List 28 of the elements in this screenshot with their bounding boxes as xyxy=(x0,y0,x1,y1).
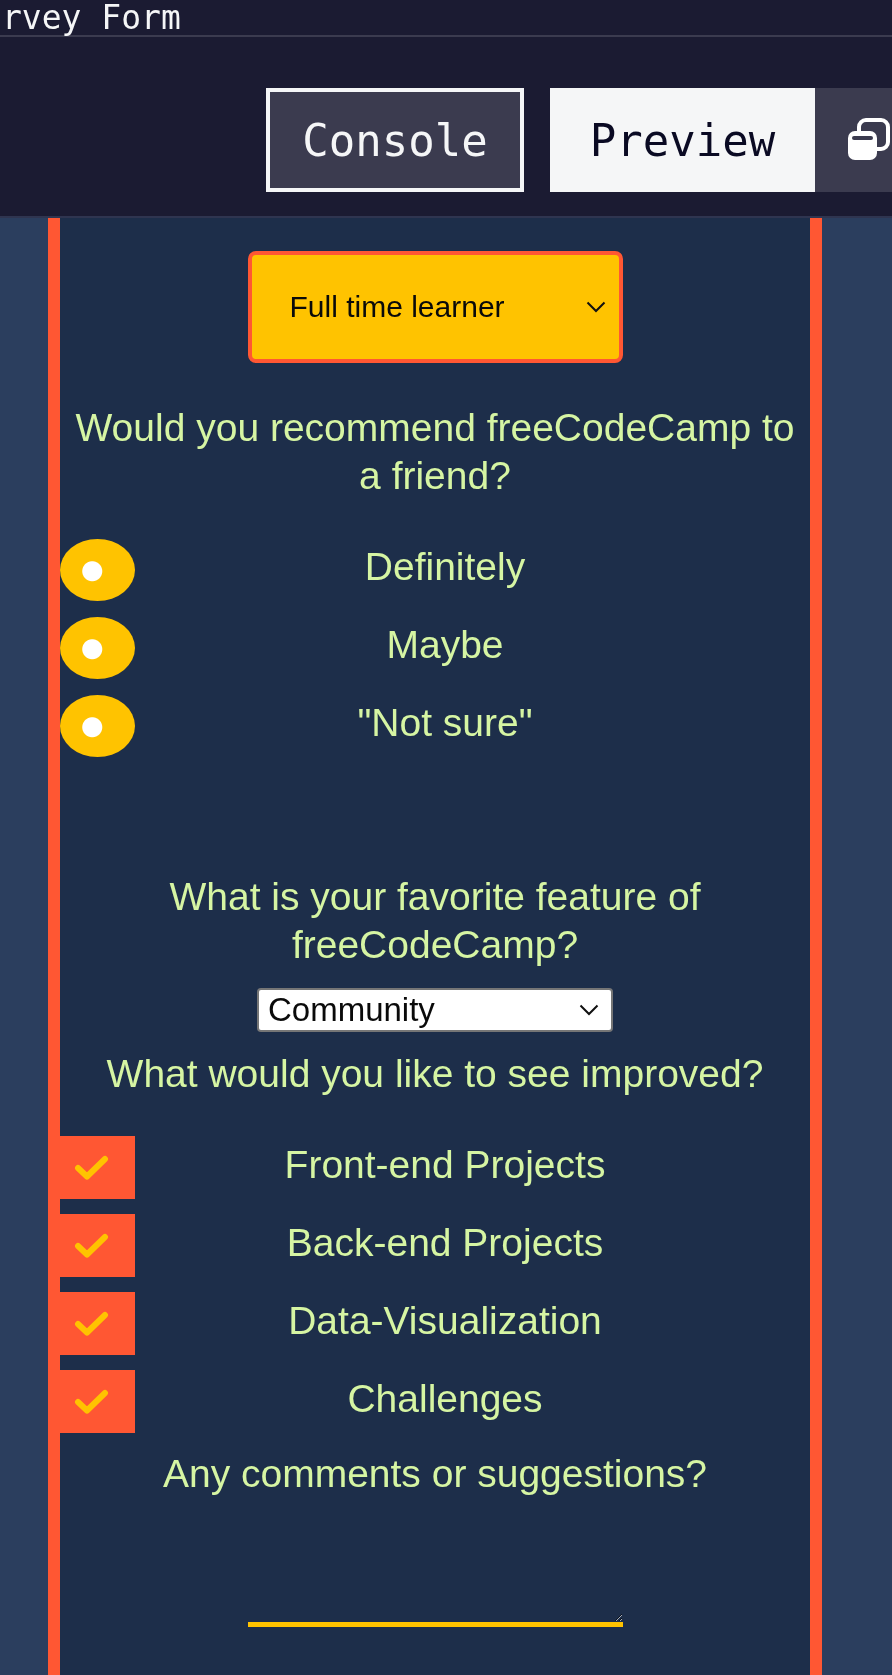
checkbox[interactable] xyxy=(60,1370,135,1433)
question-text: What is your favorite feature of freeCodeCamp? xyxy=(168,874,702,968)
check-icon xyxy=(74,1232,109,1259)
panels-button[interactable] xyxy=(815,88,892,192)
page-title: rvey Form xyxy=(1,0,181,35)
question-text: Would you recommend freeCodeCamp to a friend? xyxy=(74,405,796,499)
checkbox[interactable] xyxy=(60,1292,135,1355)
chevron-down-icon xyxy=(585,301,606,313)
check-icon xyxy=(74,1154,109,1181)
check-icon xyxy=(74,1310,109,1337)
check-icon xyxy=(74,1388,109,1415)
stacked-windows-icon xyxy=(846,118,890,162)
view-tab[interactable]: Console xyxy=(266,88,524,192)
option-label: Maybe xyxy=(386,622,504,668)
checkbox[interactable] xyxy=(60,1136,135,1199)
option-label: Challenges xyxy=(347,1375,543,1422)
question-text: Any comments or suggestions? xyxy=(161,1451,709,1497)
question-text: What would you like to see improved? xyxy=(105,1051,765,1097)
view-tab[interactable]: Preview xyxy=(550,88,815,192)
option-label: Front-end Projects xyxy=(284,1141,606,1188)
option-label: "Not sure" xyxy=(357,700,533,746)
option-label: Definitely xyxy=(364,544,526,590)
chevron-down-icon xyxy=(579,1004,599,1016)
option-label: Data-Visualization xyxy=(288,1297,602,1344)
role-select[interactable]: Full time learner xyxy=(247,251,623,363)
feature-select[interactable]: Community xyxy=(257,988,613,1032)
option-label: Back-end Projects xyxy=(286,1219,604,1266)
checkbox[interactable] xyxy=(60,1214,135,1277)
